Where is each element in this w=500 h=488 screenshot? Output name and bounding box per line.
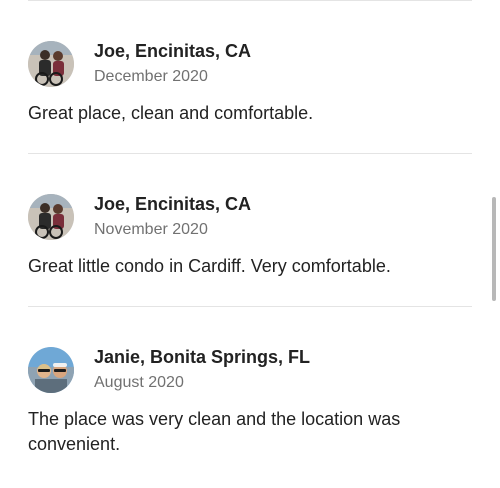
review-header: Janie, Bonita Springs, FL August 2020: [28, 346, 472, 393]
review-meta: Janie, Bonita Springs, FL August 2020: [94, 346, 310, 393]
avatar[interactable]: [28, 193, 74, 240]
divider: [28, 153, 472, 154]
avatar[interactable]: [28, 40, 74, 87]
review-header: Joe, Encinitas, CA November 2020: [28, 193, 472, 240]
avatar[interactable]: [28, 346, 74, 393]
scrollbar[interactable]: [492, 197, 496, 301]
reviewer-name: Janie, Bonita Springs, FL: [94, 347, 311, 367]
review-meta: Joe, Encinitas, CA November 2020: [94, 193, 251, 240]
review-date: November 2020: [94, 221, 208, 238]
review-item: Joe, Encinitas, CA December 2020 Great p…: [28, 40, 472, 126]
review-header: Joe, Encinitas, CA December 2020: [28, 40, 472, 87]
reviewer-name: Joe, Encinitas, CA: [94, 41, 252, 61]
reviewer-name: Joe, Encinitas, CA: [94, 194, 252, 214]
review-item: Janie, Bonita Springs, FL August 2020 Th…: [28, 346, 472, 457]
divider: [28, 306, 472, 307]
review-text: The place was very clean and the locatio…: [28, 409, 401, 454]
review-text: Great little condo in Cardiff. Very comf…: [28, 256, 391, 276]
review-date: August 2020: [94, 374, 184, 391]
review-meta: Joe, Encinitas, CA December 2020: [94, 40, 251, 87]
divider: [28, 0, 472, 1]
review-text: Great place, clean and comfortable.: [28, 103, 314, 123]
review-date: December 2020: [94, 68, 208, 85]
review-item: Joe, Encinitas, CA November 2020 Great l…: [28, 193, 472, 279]
